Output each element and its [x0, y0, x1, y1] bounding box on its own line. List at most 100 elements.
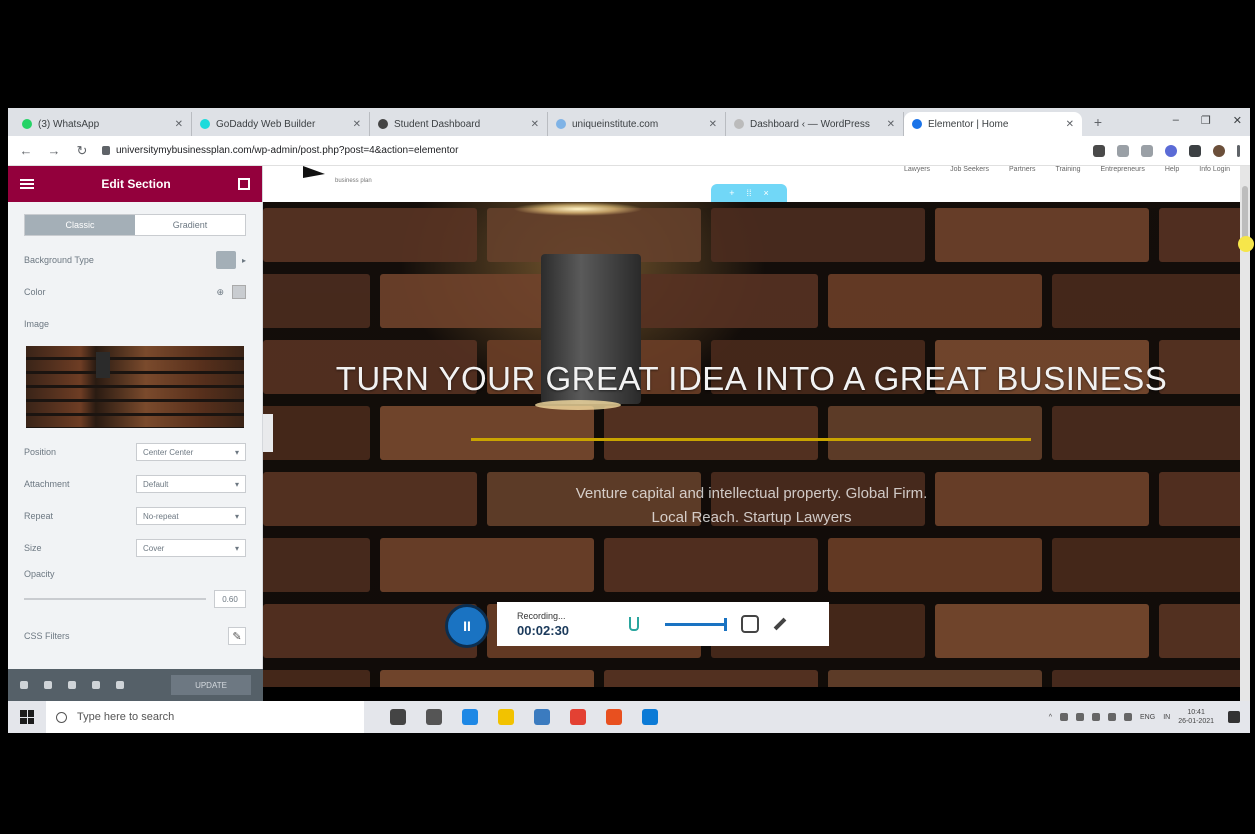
back-icon[interactable]: ←	[18, 143, 34, 158]
microphone-icon[interactable]	[629, 617, 639, 631]
pen-icon[interactable]	[773, 617, 787, 631]
close-tab-icon[interactable]: ✕	[175, 119, 183, 130]
site-menu-item[interactable]: Lawyers	[904, 166, 930, 180]
panel-collapse-toggle[interactable]	[263, 414, 273, 452]
browser-tab[interactable]: Student Dashboard ✕	[370, 112, 548, 136]
extension-icon[interactable]	[1141, 144, 1153, 157]
brick	[935, 604, 1149, 658]
responsive-icon[interactable]	[92, 681, 100, 689]
taskbar-app-icon[interactable]	[462, 709, 478, 725]
close-window-button[interactable]: ✕	[1233, 114, 1242, 127]
taskbar-app-icon[interactable]	[426, 709, 442, 725]
widgets-grid-icon[interactable]	[238, 178, 250, 190]
brick	[604, 406, 818, 460]
kebab-menu-icon[interactable]	[1237, 144, 1240, 157]
close-tab-icon[interactable]: ✕	[709, 119, 717, 130]
brick	[1052, 538, 1240, 592]
history-icon[interactable]	[68, 681, 76, 689]
select-dropdown[interactable]: Default ▾	[136, 475, 246, 493]
address-bar[interactable]: universitymybusinessplan.com/wp-admin/po…	[102, 140, 622, 162]
site-logo[interactable]	[303, 165, 325, 187]
star-icon[interactable]	[1117, 144, 1129, 157]
language-indicator[interactable]: ENG	[1140, 714, 1155, 721]
add-icon[interactable]: +	[729, 188, 734, 198]
site-menu-item[interactable]: Job Seekers	[950, 166, 989, 180]
select-dropdown[interactable]: Center Center ▾	[136, 443, 246, 461]
webcam-icon[interactable]	[741, 615, 759, 633]
close-tab-icon[interactable]: ✕	[1066, 119, 1074, 130]
select-dropdown[interactable]: No-repeat ▾	[136, 507, 246, 525]
image-row: Image	[8, 308, 262, 340]
slider-track[interactable]	[24, 598, 206, 600]
notification-icon[interactable]	[1228, 711, 1240, 723]
section-edit-handle[interactable]: + ⁞⁞ ×	[711, 184, 787, 202]
wifi-icon[interactable]	[1108, 713, 1117, 721]
browser-tab[interactable]: Dashboard ‹ — WordPress ✕	[726, 112, 904, 136]
volume-icon[interactable]	[1124, 713, 1133, 721]
browser-tab[interactable]: uniqueinstitute.com ✕	[548, 112, 726, 136]
layers-icon[interactable]	[44, 681, 52, 689]
hamburger-icon[interactable]	[20, 179, 34, 189]
extension-icon[interactable]	[1093, 144, 1105, 157]
settings-icon[interactable]	[20, 681, 28, 689]
site-menu-item[interactable]: Help	[1165, 166, 1179, 180]
globe-icon[interactable]: ⊕	[216, 287, 224, 298]
color-swatch[interactable]	[232, 285, 246, 299]
update-button[interactable]: UPDATE	[171, 675, 251, 695]
tab-gradient[interactable]: Gradient	[135, 215, 245, 235]
minimize-button[interactable]: –	[1173, 114, 1179, 127]
tray-icon[interactable]	[1060, 713, 1069, 721]
extension-icon[interactable]	[1165, 144, 1177, 157]
tab-classic[interactable]: Classic	[25, 215, 135, 235]
chevron-up-icon[interactable]: ^	[1049, 714, 1052, 721]
avatar[interactable]	[1213, 144, 1225, 157]
region-indicator[interactable]: IN	[1163, 714, 1170, 721]
recording-time: 00:02:30	[517, 622, 570, 638]
browser-tab[interactable]: GoDaddy Web Builder ✕	[192, 112, 370, 136]
hero-subtext[interactable]: Venture capital and intellectual propert…	[263, 482, 1240, 530]
taskbar-search[interactable]: Type here to search	[46, 701, 364, 733]
puzzle-icon[interactable]	[1189, 144, 1201, 157]
browser-tab[interactable]: Elementor | Home ✕	[904, 112, 1082, 136]
preview-eye-icon[interactable]	[116, 681, 124, 689]
taskbar-app-icon[interactable]	[606, 709, 622, 725]
taskbar-app-icon[interactable]	[498, 709, 514, 725]
maximize-button[interactable]: ❐	[1201, 114, 1211, 127]
field-label: Background Type	[24, 255, 94, 265]
close-tab-icon[interactable]: ✕	[887, 119, 895, 130]
taskbar-app-icon[interactable]	[570, 709, 586, 725]
brick	[263, 670, 370, 687]
pin-icon[interactable]: ▸	[242, 256, 246, 265]
close-icon[interactable]: ×	[764, 188, 769, 198]
hero-headline[interactable]: TURN YOUR GREAT IDEA INTO A GREAT BUSINE…	[263, 360, 1240, 398]
browser-tab[interactable]: (3) WhatsApp ✕	[14, 112, 192, 136]
clock[interactable]: 10:41 26-01-2021	[1178, 708, 1214, 726]
select-dropdown[interactable]: Cover ▾	[136, 539, 246, 557]
site-menu-item[interactable]: Partners	[1009, 166, 1035, 180]
edit-pencil-icon[interactable]: ✎	[228, 627, 246, 645]
field-label: Repeat	[24, 511, 54, 521]
opacity-slider[interactable]: 0.60	[8, 584, 262, 614]
pause-button[interactable]: II	[445, 604, 489, 648]
image-preview[interactable]	[26, 346, 244, 428]
reload-icon[interactable]: ↻	[74, 143, 90, 159]
brush-icon[interactable]	[215, 251, 236, 269]
close-tab-icon[interactable]: ✕	[353, 119, 361, 130]
tray-icon[interactable]	[1076, 713, 1085, 721]
field-label: Attachment	[24, 479, 70, 489]
taskbar-app-icon[interactable]	[534, 709, 550, 725]
taskbar-app-icon[interactable]	[390, 709, 406, 725]
new-tab-button[interactable]: +	[1088, 114, 1108, 130]
forward-icon[interactable]: →	[46, 143, 62, 158]
battery-icon[interactable]	[1092, 713, 1101, 721]
taskbar-app-icon[interactable]	[642, 709, 658, 725]
close-tab-icon[interactable]: ✕	[531, 119, 539, 130]
site-menu-item[interactable]: Entrepreneurs	[1100, 166, 1144, 180]
windows-start-icon[interactable]	[20, 710, 34, 724]
site-menu-item[interactable]: Info Login	[1199, 166, 1230, 180]
volume-slider[interactable]	[665, 617, 727, 631]
opacity-value[interactable]: 0.60	[214, 590, 246, 608]
hero-divider[interactable]	[471, 438, 1031, 441]
move-icon[interactable]: ⁞⁞	[746, 188, 751, 198]
site-menu-item[interactable]: Training	[1055, 166, 1080, 180]
